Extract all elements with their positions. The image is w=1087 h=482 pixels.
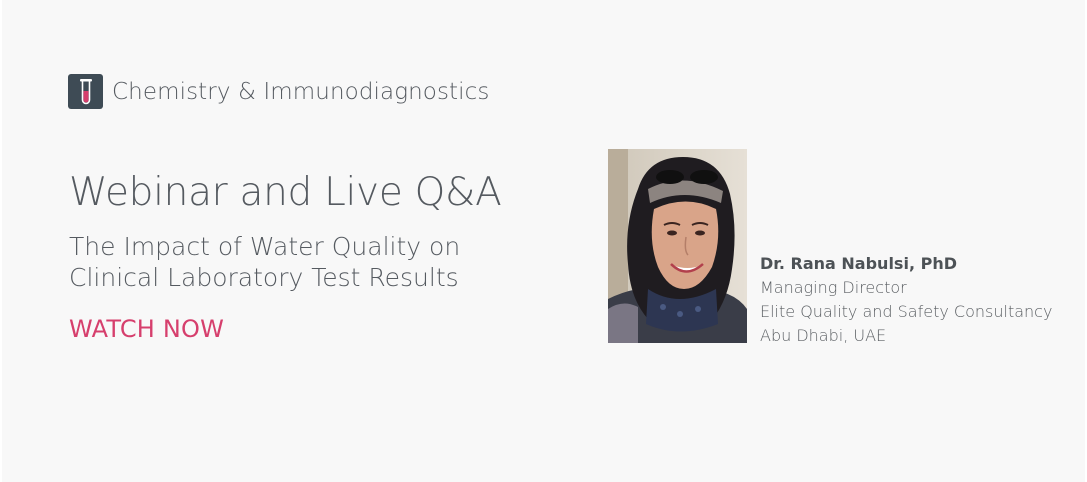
webinar-subtitle-line-2: Clinical Laboratory Test Results <box>69 263 459 292</box>
speaker-location: Abu Dhabi, UAE <box>760 326 887 345</box>
speaker-organization: Elite Quality and Safety Consultancy <box>760 302 1053 321</box>
speaker-info: Dr. Rana Nabulsi, PhD Managing Director … <box>760 252 1052 348</box>
webinar-subtitle: The Impact of Water Quality on Clinical … <box>69 231 499 293</box>
brand-name: Chemistry & Immunodiagnostics <box>112 78 490 105</box>
webinar-headline: Webinar and Live Q&A <box>69 170 502 215</box>
test-tube-icon <box>68 74 103 109</box>
watch-now-link[interactable]: WATCH NOW <box>69 315 224 343</box>
speaker-photo <box>608 149 747 343</box>
speaker-role: Managing Director <box>760 278 907 297</box>
webinar-banner: Chemistry & Immunodiagnostics Webinar an… <box>2 0 1085 482</box>
speaker-name: Dr. Rana Nabulsi, PhD <box>760 254 957 273</box>
webinar-subtitle-line-1: The Impact of Water Quality on <box>69 232 461 261</box>
brand: Chemistry & Immunodiagnostics <box>68 74 489 109</box>
